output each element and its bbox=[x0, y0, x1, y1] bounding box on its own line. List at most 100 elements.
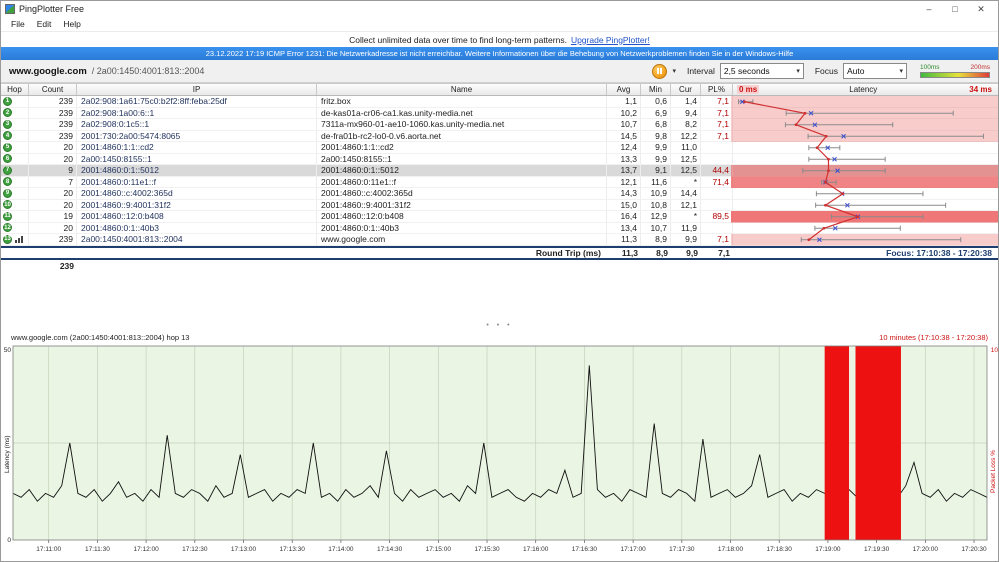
hop-row[interactable]: 8 7 2001:4860:0:11e1::f 2001:4860:0:11e1::f… bbox=[1, 176, 998, 188]
min-cell: 9,9 bbox=[641, 142, 671, 153]
latency-cell bbox=[733, 119, 998, 130]
name-cell: 2a00:1450:8155::1 bbox=[317, 153, 607, 164]
name-cell: de-kas01a-cr06-ca1.kas.unity-media.net bbox=[317, 107, 607, 118]
titlebar: PingPlotter Free – □ ✕ bbox=[1, 1, 998, 17]
legend-low-label: 100ms bbox=[920, 64, 940, 71]
col-pl[interactable]: PL% bbox=[701, 84, 733, 95]
focus-select[interactable]: Auto ▾ bbox=[843, 63, 907, 79]
name-cell: 7311a-mx960-01-ae10-1060.kas.unity-media… bbox=[317, 119, 607, 130]
menu-help[interactable]: Help bbox=[57, 19, 86, 29]
ip-cell: 2a02:908:1a00:6::1 bbox=[77, 107, 317, 118]
cur-cell: * bbox=[671, 211, 701, 222]
svg-text:50: 50 bbox=[4, 347, 12, 354]
hop-number-badge: 10 bbox=[3, 200, 12, 210]
hop-row[interactable]: 11 19 2001:4860::12:0:b408 2001:4860::12:0:… bbox=[1, 211, 998, 223]
hop-row[interactable]: 13 239 2a00:1450:4001:813::2004 www.google.… bbox=[1, 234, 998, 246]
svg-text:17:20:30: 17:20:30 bbox=[961, 546, 987, 553]
packet-loss-cell bbox=[701, 188, 733, 199]
splitter-handle[interactable]: • • • bbox=[1, 319, 998, 331]
latency-color-legend: 100ms 200ms bbox=[920, 64, 990, 78]
hop-row[interactable]: 1 239 2a02:908:1a61:75c0:b2f2:8ff:feba:25d… bbox=[1, 96, 998, 108]
latency-cell bbox=[733, 165, 998, 176]
menu-edit[interactable]: Edit bbox=[31, 19, 58, 29]
hop-cell: 4 bbox=[1, 130, 29, 141]
col-name[interactable]: Name bbox=[317, 84, 607, 95]
round-trip-avg: 11,3 bbox=[621, 248, 638, 258]
name-cell: www.google.com bbox=[317, 234, 607, 245]
hop-table: 1 239 2a02:908:1a61:75c0:b2f2:8ff:feba:25d… bbox=[1, 96, 998, 246]
hop-cell: 3 bbox=[1, 119, 29, 130]
hop-row[interactable]: 12 20 2001:4860:0:1::40b3 2001:4860:0:1::40… bbox=[1, 222, 998, 234]
cur-cell: 9,9 bbox=[671, 234, 701, 245]
svg-text:10: 10 bbox=[991, 347, 999, 354]
pingplotter-window: PingPlotter Free – □ ✕ File Edit Help Co… bbox=[0, 0, 999, 562]
avg-cell: 16,4 bbox=[607, 211, 641, 222]
hop-row[interactable]: 4 239 2001:730:2a00:5474:8065 de-fra01b-rc2… bbox=[1, 130, 998, 142]
count-cell: 239 bbox=[29, 130, 77, 141]
count-cell: 20 bbox=[29, 222, 77, 233]
focus-range-label: Focus: 17:10:38 - 17:20:38 bbox=[886, 248, 992, 258]
hop-row[interactable]: 5 20 2001:4860:1:1::cd2 2001:4860:1:1::cd2 1… bbox=[1, 142, 998, 154]
min-cell: 8,9 bbox=[641, 234, 671, 245]
target-host[interactable]: www.google.com bbox=[9, 66, 87, 77]
avg-cell: 11,3 bbox=[607, 234, 641, 245]
col-ip[interactable]: IP bbox=[77, 84, 317, 95]
svg-text:Packet Loss %: Packet Loss % bbox=[990, 450, 997, 493]
latency-cell bbox=[733, 177, 998, 188]
window-title: PingPlotter Free bbox=[19, 4, 85, 14]
icmp-error-banner: 23.12.2022 17:19 ICMP Error 1231: Die Ne… bbox=[1, 47, 998, 60]
hop-row[interactable]: 7 9 2001:4860:0:1::5012 2001:4860:0:1::5012… bbox=[1, 165, 998, 177]
hop-number-badge: 13 bbox=[3, 234, 12, 244]
notice-text: Collect unlimited data over time to find… bbox=[349, 34, 567, 45]
col-avg[interactable]: Avg bbox=[607, 84, 641, 95]
target-bar: www.google.com / 2a00:1450:4001:813::200… bbox=[1, 60, 998, 83]
hop-row[interactable]: 2 239 2a02:908:1a00:6::1 de-kas01a-cr06-ca1… bbox=[1, 107, 998, 119]
avg-cell: 13,4 bbox=[607, 222, 641, 233]
minimize-button[interactable]: – bbox=[916, 4, 942, 15]
col-count[interactable]: Count bbox=[29, 84, 77, 95]
name-cell: 2001:4860:1:1::cd2 bbox=[317, 142, 607, 153]
close-button[interactable]: ✕ bbox=[968, 4, 994, 15]
hop-row[interactable]: 3 239 2a02:908:0:1c5::1 7311a-mx960-01-ae10… bbox=[1, 119, 998, 131]
min-cell: 6,9 bbox=[641, 107, 671, 118]
latency-cell bbox=[733, 211, 998, 222]
trace-pause-button[interactable] bbox=[652, 63, 668, 79]
col-min[interactable]: Min bbox=[641, 84, 671, 95]
col-hop[interactable]: Hop bbox=[1, 84, 29, 95]
hop-cell: 13 bbox=[1, 234, 29, 245]
svg-text:17:12:00: 17:12:00 bbox=[133, 546, 159, 553]
min-cell: 10,9 bbox=[641, 188, 671, 199]
banner-text: 23.12.2022 17:19 ICMP Error 1231: Die Ne… bbox=[205, 49, 794, 58]
timeline-graph[interactable]: 17:11:00 17:11:30 17:12:00 17:12:30 17:13:00… bbox=[1, 343, 999, 556]
count-cell: 19 bbox=[29, 211, 77, 222]
ip-cell: 2001:4860:0:11e1::f bbox=[77, 176, 317, 187]
packet-loss-cell: 71,4 bbox=[701, 176, 733, 187]
interval-select[interactable]: 2,5 seconds ▾ bbox=[719, 63, 804, 79]
upgrade-link[interactable]: Upgrade PingPlotter! bbox=[571, 35, 650, 45]
maximize-button[interactable]: □ bbox=[942, 4, 968, 15]
hop-row[interactable]: 10 20 2001:4860::9:4001:31f2 2001:4860::9:4… bbox=[1, 199, 998, 211]
packet-loss-cell: 7,1 bbox=[701, 119, 733, 130]
focus-value: Auto bbox=[847, 66, 865, 76]
min-cell: 9,9 bbox=[641, 153, 671, 164]
col-cur[interactable]: Cur bbox=[671, 84, 701, 95]
ip-cell: 2001:730:2a00:5474:8065 bbox=[77, 130, 317, 141]
timeline-target-label: www.google.com (2a00:1450:4001:813::2004… bbox=[11, 332, 190, 342]
hop-row[interactable]: 6 20 2a00:1450:8155::1 2a00:1450:8155::1 13,… bbox=[1, 153, 998, 165]
name-cell: 2001:4860::12:0:b408 bbox=[317, 211, 607, 222]
ip-cell: 2001:4860:1:1::cd2 bbox=[77, 142, 317, 153]
round-trip-min: 8,9 bbox=[656, 248, 668, 258]
round-trip-label: Round Trip (ms) bbox=[535, 248, 601, 258]
round-trip-cur: 9,9 bbox=[686, 248, 698, 258]
trace-menu-caret-icon[interactable]: ▾ bbox=[672, 67, 676, 75]
name-cell: 2001:4860::9:4001:31f2 bbox=[317, 199, 607, 210]
packet-loss-cell bbox=[701, 222, 733, 233]
latency-cell bbox=[733, 223, 998, 234]
timeline-header: www.google.com (2a00:1450:4001:813::2004… bbox=[1, 331, 998, 343]
menu-file[interactable]: File bbox=[5, 19, 31, 29]
ip-cell: 2001:4860::12:0:b408 bbox=[77, 211, 317, 222]
svg-text:17:19:30: 17:19:30 bbox=[864, 546, 890, 553]
hop-row[interactable]: 9 20 2001:4860::c:4002:365d 2001:4860::c:40… bbox=[1, 188, 998, 200]
table-header: Hop Count IP Name Avg Min Cur PL% 0 ms L… bbox=[1, 83, 998, 96]
count-spacer bbox=[1, 260, 29, 271]
